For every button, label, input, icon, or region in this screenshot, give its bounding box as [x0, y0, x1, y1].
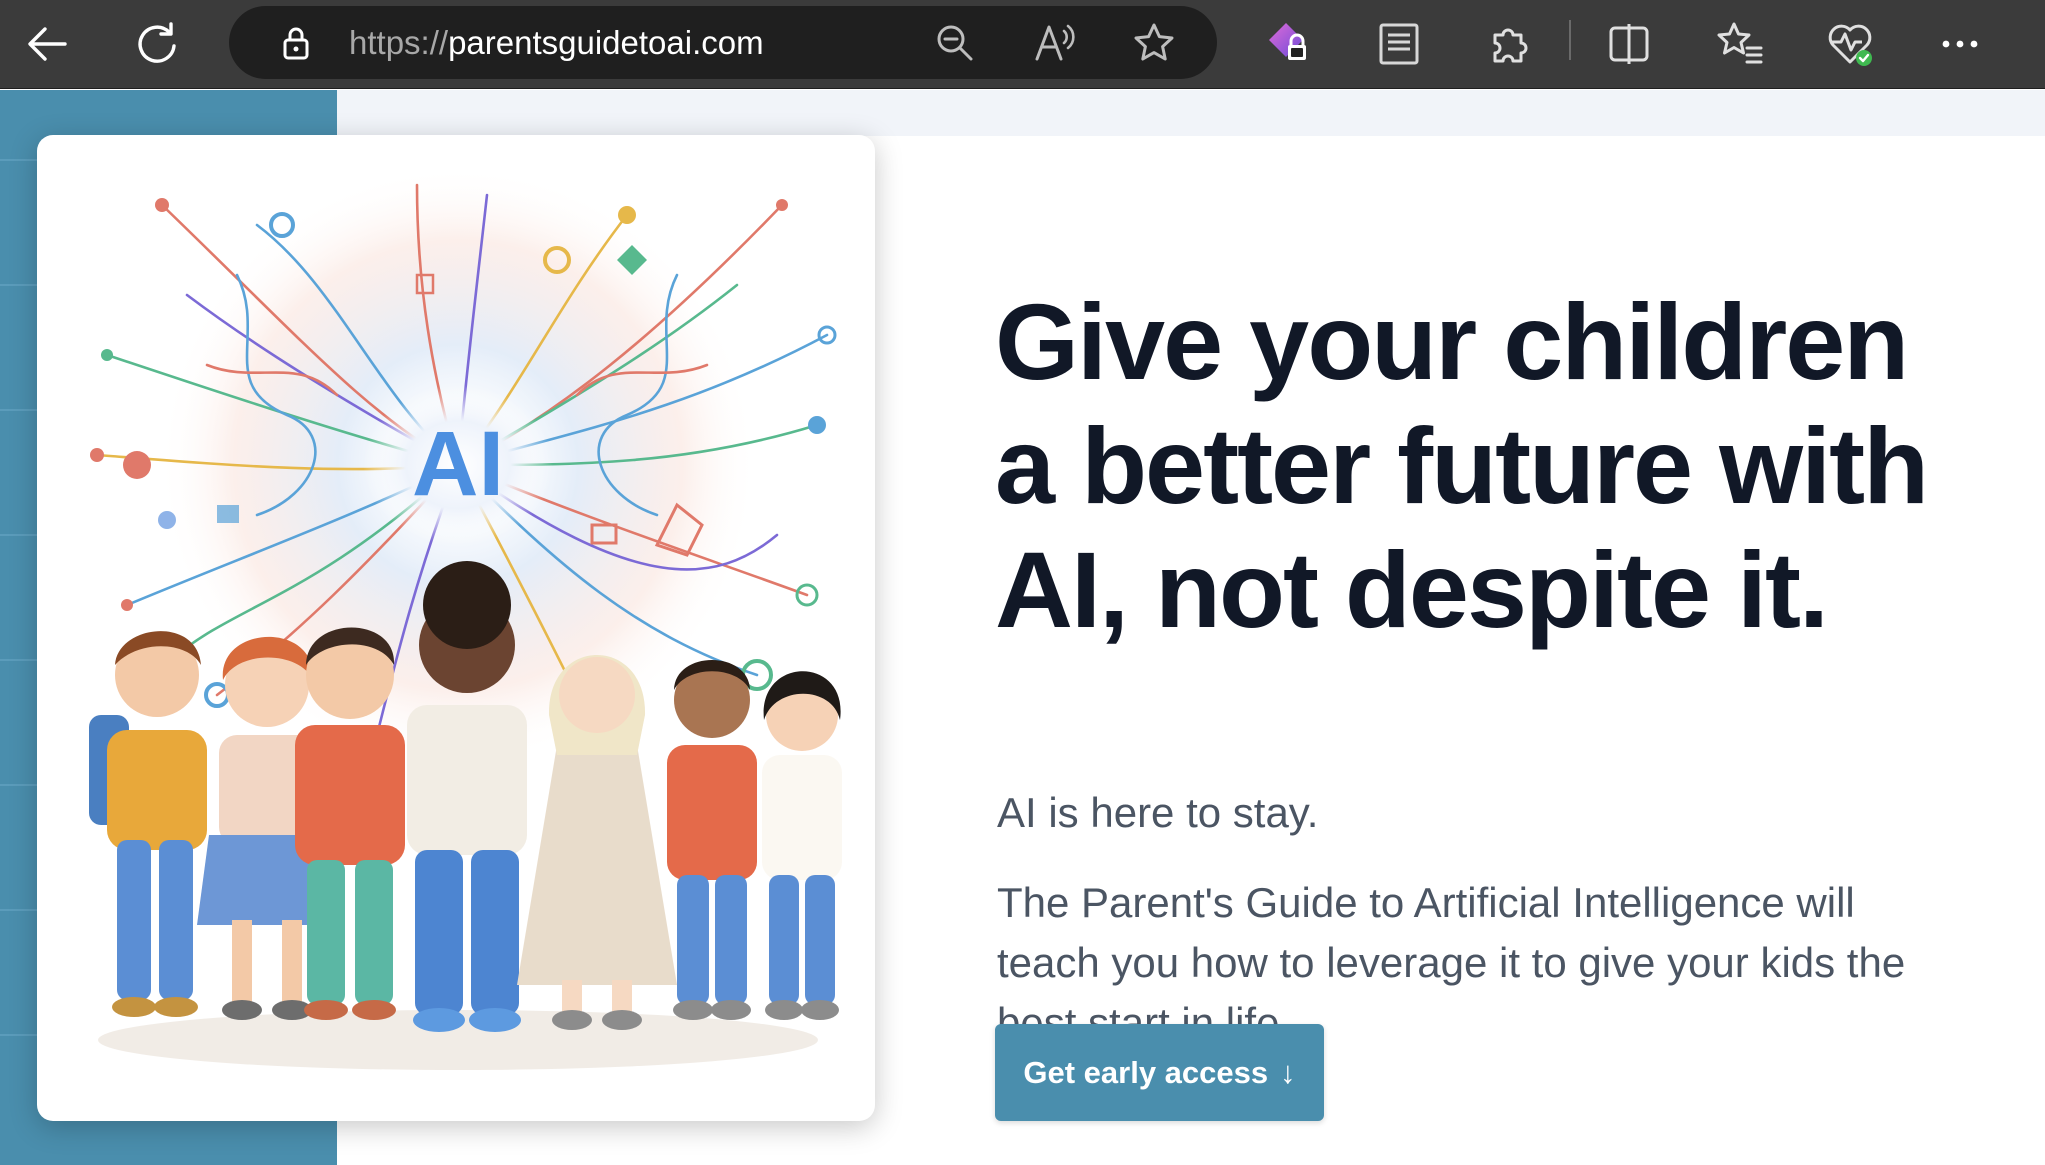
- favorites-list-icon: [1717, 22, 1763, 64]
- refresh-button[interactable]: [125, 12, 189, 76]
- header-strip: [337, 90, 2045, 136]
- hero-illustration: AI: [37, 135, 875, 1121]
- back-arrow-icon: [28, 27, 67, 61]
- arrow-down-icon: ↓: [1280, 1054, 1296, 1090]
- headline-line: AI, not despite it.: [995, 529, 1829, 650]
- get-early-access-button[interactable]: Get early access ↓: [995, 1024, 1324, 1121]
- browser-toolbar: https://parentsguidetoai.com: [0, 0, 2045, 89]
- reader-view-button[interactable]: [1367, 12, 1431, 76]
- read-aloud-icon: [1035, 24, 1075, 61]
- favorite-star-icon: [1134, 23, 1174, 61]
- ai-emblem-text: AI: [412, 413, 504, 515]
- site-info-button[interactable]: [264, 11, 328, 75]
- hero-headline: Give your children a better future with …: [995, 280, 2045, 652]
- extensions-button[interactable]: [1478, 12, 1542, 76]
- child-figure: [667, 660, 757, 1020]
- extension-button[interactable]: [1258, 12, 1322, 76]
- description-line: teach you how to leverage it to give you…: [997, 939, 1906, 986]
- read-aloud-button[interactable]: [1023, 11, 1087, 75]
- child-figure: [295, 627, 405, 1020]
- browser-essentials-button[interactable]: [1818, 12, 1882, 76]
- toolbar-separator: [1569, 20, 1571, 60]
- favorites-button[interactable]: [1708, 12, 1772, 76]
- url-domain: parentsguidetoai.com: [448, 24, 764, 61]
- url-protocol: https://: [349, 24, 449, 61]
- headline-line: a better future with: [995, 405, 1929, 526]
- description-line: The Parent's Guide to Artificial Intelli…: [997, 879, 1855, 926]
- extensions-puzzle-icon: [1493, 28, 1528, 63]
- child-figure: [89, 631, 207, 1017]
- shield-lock-extension-icon: [1269, 23, 1306, 60]
- headline-line: Give your children: [995, 281, 1909, 402]
- child-figure: [762, 671, 842, 1020]
- back-button[interactable]: [15, 12, 79, 76]
- hero-tagline: AI is here to stay.: [997, 789, 1319, 836]
- split-screen-button[interactable]: [1597, 12, 1661, 76]
- web-page: AI Give your children a better future wi…: [0, 90, 2045, 1165]
- url-text[interactable]: https://parentsguidetoai.com: [349, 6, 764, 79]
- refresh-icon: [138, 22, 176, 63]
- cta-label: Get early access: [1023, 1054, 1269, 1090]
- zoom-out-icon: [937, 25, 973, 61]
- zoom-button[interactable]: [923, 11, 987, 75]
- more-options-icon: [1942, 40, 1978, 48]
- lock-icon: [283, 27, 309, 60]
- more-options-button[interactable]: [1928, 12, 1992, 76]
- favorite-button[interactable]: [1122, 11, 1186, 75]
- reader-view-icon: [1379, 23, 1419, 65]
- split-screen-icon: [1609, 24, 1649, 64]
- address-bar[interactable]: https://parentsguidetoai.com: [229, 6, 1217, 79]
- browser-health-icon: [1828, 24, 1872, 66]
- child-figure: [407, 561, 527, 1032]
